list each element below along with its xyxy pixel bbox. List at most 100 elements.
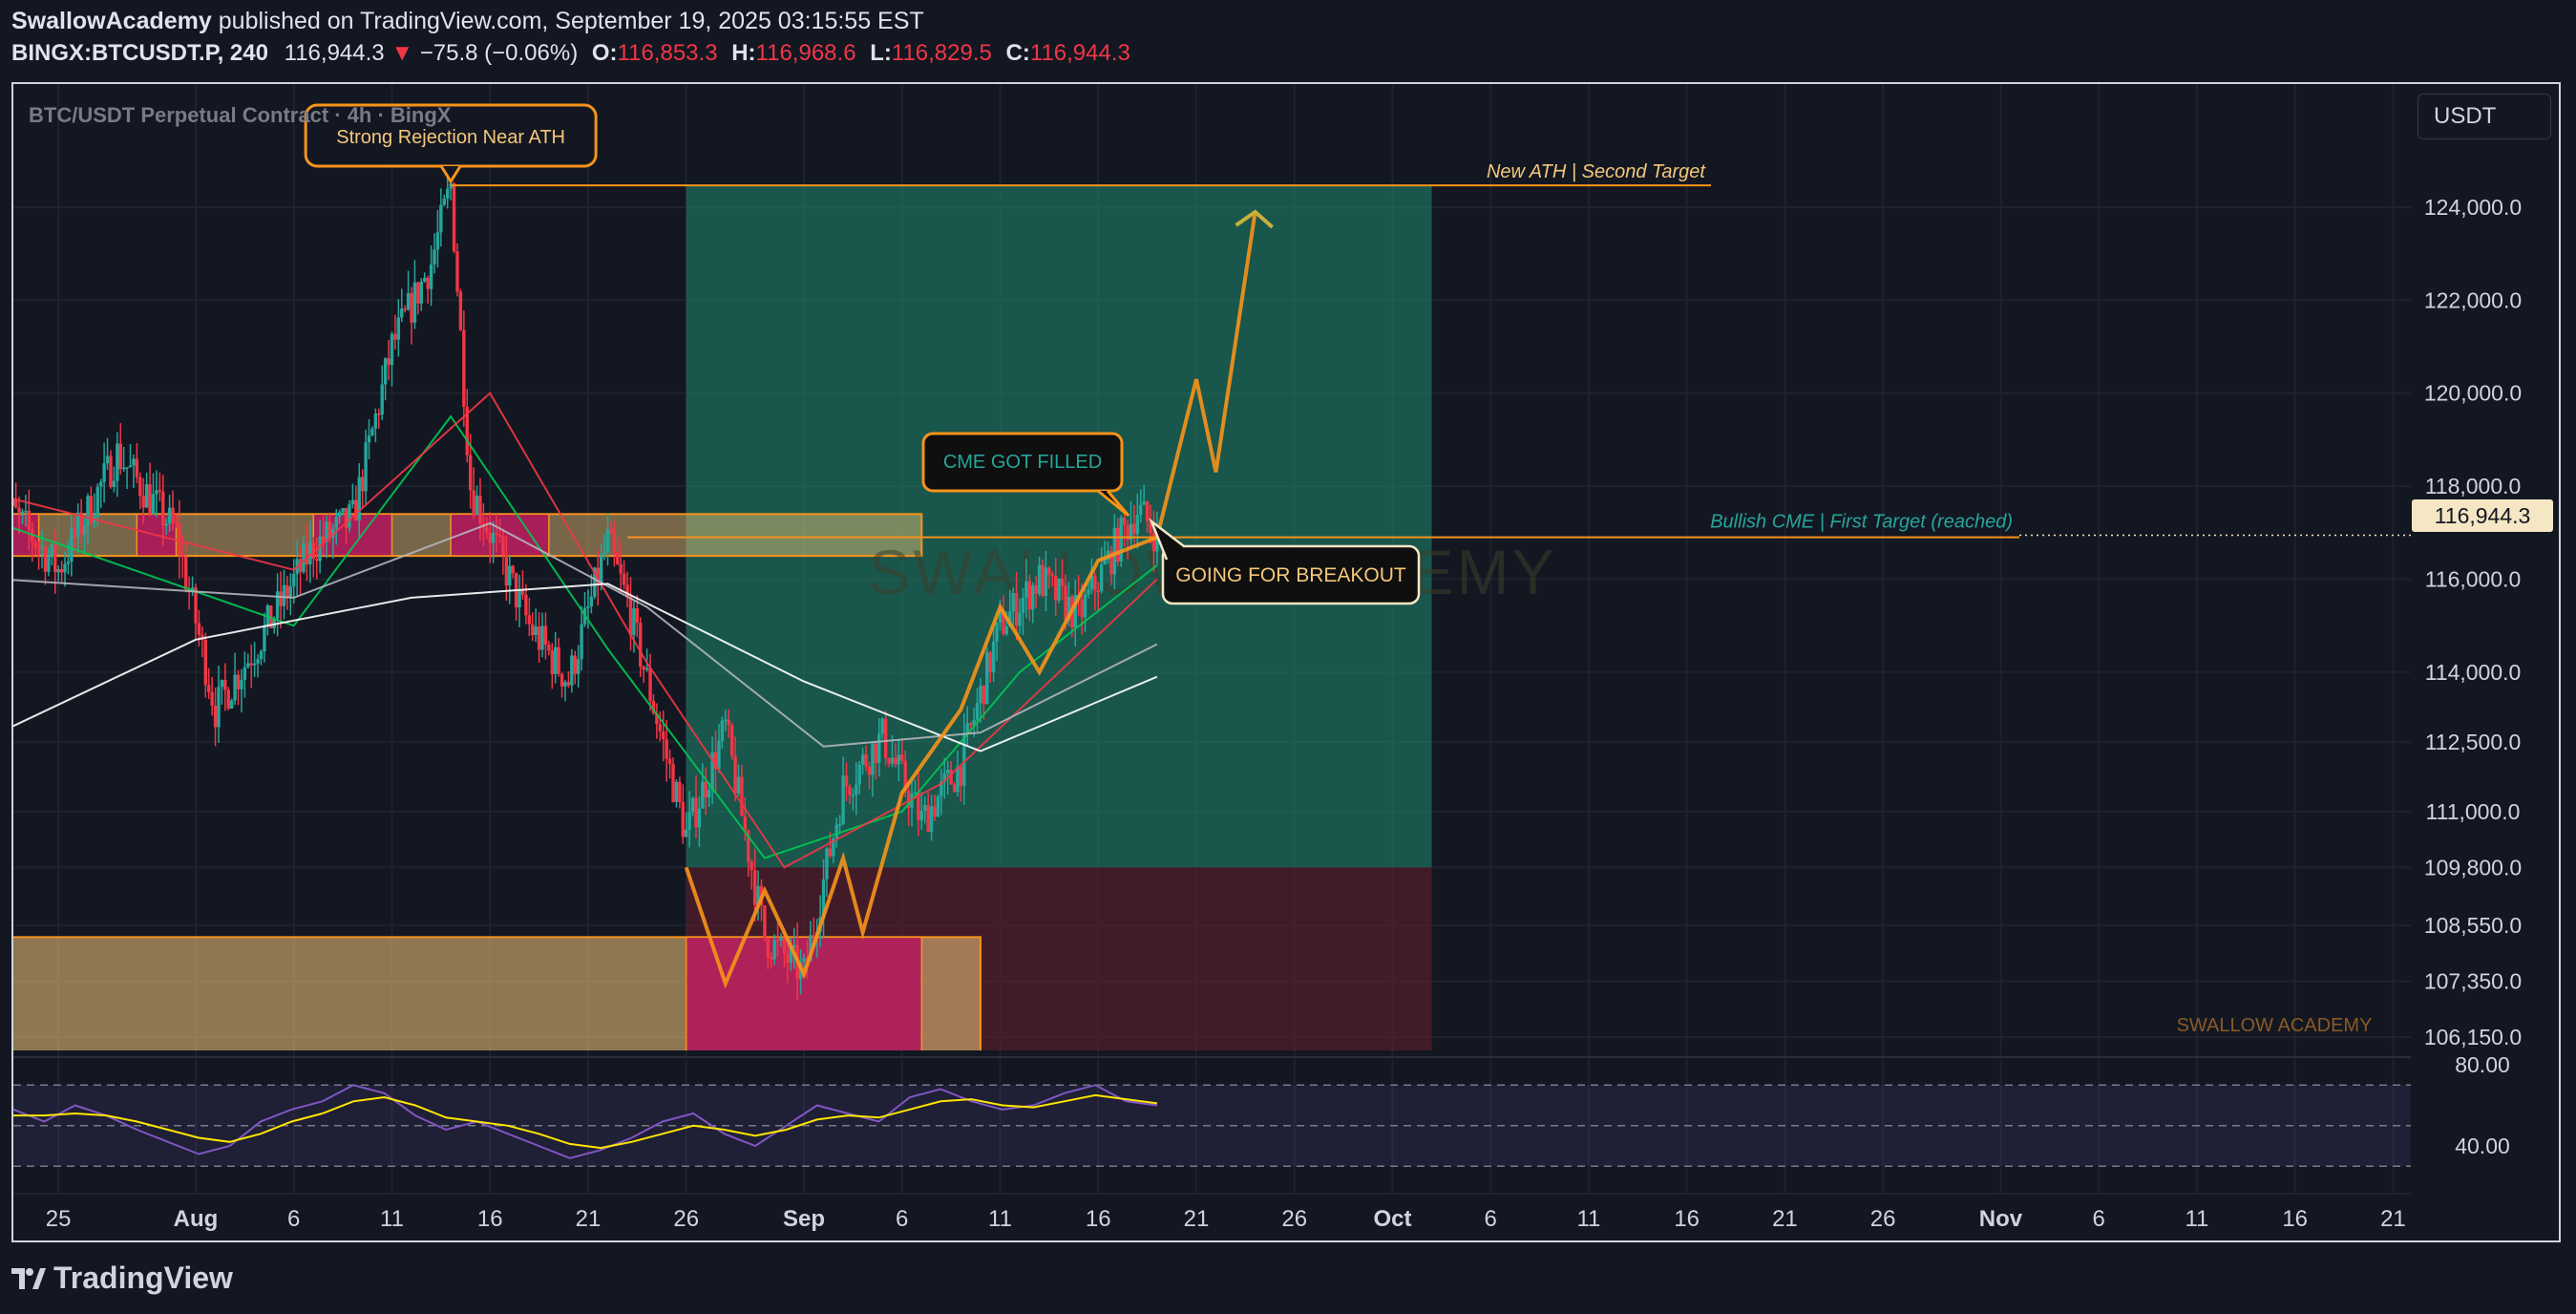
price-tick-label: 118,000.0	[2425, 474, 2522, 498]
rsi-tick-label: 40.00	[2455, 1134, 2510, 1158]
candle-body	[167, 507, 172, 524]
candle-body	[982, 686, 986, 705]
candle-body	[396, 317, 401, 340]
candle-body	[341, 508, 345, 513]
candle	[582, 591, 587, 627]
candle-body	[504, 554, 509, 586]
candle	[233, 652, 237, 706]
candle-body	[667, 758, 672, 765]
candle-body	[897, 754, 901, 765]
candle-body	[766, 938, 771, 958]
price-axis: 124,000.0 122,000.0 120,000.0 118,000.0 116,…	[2424, 195, 2522, 1049]
candle-body	[628, 597, 633, 636]
candle	[116, 432, 119, 498]
candle	[433, 233, 436, 274]
candle	[259, 649, 264, 666]
candle	[263, 612, 266, 663]
candle-body	[531, 624, 535, 636]
candle-body	[435, 232, 440, 250]
candle	[554, 632, 558, 684]
time-tick-label: 21	[2380, 1206, 2406, 1232]
candle-body	[161, 491, 165, 526]
candle-body	[403, 308, 407, 310]
candle	[128, 443, 133, 468]
candle-body	[373, 413, 378, 429]
time-tick-label: 26	[1870, 1206, 1896, 1232]
candle-body	[877, 733, 881, 764]
candle	[1041, 559, 1045, 598]
candle	[282, 569, 286, 620]
price-tick-label: 116,000.0	[2425, 566, 2522, 591]
candle-body	[112, 480, 116, 487]
candle	[265, 604, 270, 636]
current-price-tag: 116,944.3	[2412, 499, 2553, 532]
candle-body	[354, 499, 358, 520]
time-tick-label: 21	[1184, 1206, 1210, 1232]
candle	[178, 499, 181, 579]
candle-body	[458, 291, 463, 330]
callout-pointer	[439, 165, 462, 184]
candle	[50, 542, 54, 566]
candle-body	[740, 776, 744, 816]
candle-body	[855, 784, 858, 795]
price-tick-label: 112,500.0	[2425, 730, 2522, 754]
candle-body	[491, 533, 496, 543]
candle	[639, 617, 643, 678]
candle	[442, 194, 446, 207]
candle-body	[589, 596, 594, 607]
candle-body	[36, 547, 41, 550]
candle-body	[203, 639, 207, 686]
candle-body	[197, 623, 201, 635]
candle-body	[1122, 517, 1127, 525]
time-tick-label: 6	[2093, 1206, 2105, 1232]
candle-body	[406, 292, 411, 310]
candle-body	[674, 781, 679, 802]
candle-body	[256, 659, 260, 664]
candle	[655, 703, 659, 739]
candle-body	[455, 251, 459, 292]
candle-body	[524, 594, 528, 616]
candle	[109, 450, 113, 489]
time-tick-label: 21	[1772, 1206, 1798, 1232]
candle-body	[86, 496, 90, 526]
candle	[465, 389, 469, 463]
candle-body	[390, 333, 394, 366]
candle	[393, 314, 397, 350]
candle	[511, 564, 515, 579]
candle-body	[894, 757, 897, 765]
candle-body	[50, 544, 54, 558]
candle-body	[252, 663, 257, 666]
candle	[625, 571, 629, 607]
callout-rejection: Strong Rejection Near ATH	[336, 127, 565, 148]
candle	[213, 688, 218, 747]
candle-body	[1024, 581, 1028, 599]
candle-body	[632, 607, 636, 636]
candle-body	[991, 641, 996, 673]
candle-body	[20, 511, 25, 514]
tradingview-footer[interactable]: TradingView	[11, 1261, 233, 1296]
candle	[201, 625, 204, 658]
candle-body	[462, 329, 466, 407]
candle-body	[929, 806, 934, 833]
candle-body	[292, 573, 296, 587]
candle-body	[1004, 626, 1009, 634]
candle-body	[1031, 584, 1035, 610]
candle-body	[707, 789, 711, 798]
candle-body	[210, 691, 214, 706]
candle-body	[867, 766, 872, 775]
price-chart[interactable]: SWALLOW ACADEMYSWALLOW ACADEMYNew ATH | …	[0, 0, 2576, 1251]
price-tick-label: 108,550.0	[2424, 913, 2522, 938]
candle	[210, 676, 214, 716]
candle-body	[1112, 527, 1117, 575]
candle	[406, 270, 411, 311]
currency-button[interactable]: USDT	[2418, 94, 2551, 139]
candle-body	[988, 651, 992, 673]
rsi-pane: 80.00 40.00	[12, 1052, 2510, 1167]
candle	[435, 209, 440, 268]
price-tick-label: 120,000.0	[2424, 381, 2522, 406]
candle-body	[263, 625, 266, 652]
candle	[236, 669, 241, 706]
candle-body	[367, 434, 371, 443]
candle	[410, 286, 413, 345]
candle-body	[439, 204, 443, 233]
